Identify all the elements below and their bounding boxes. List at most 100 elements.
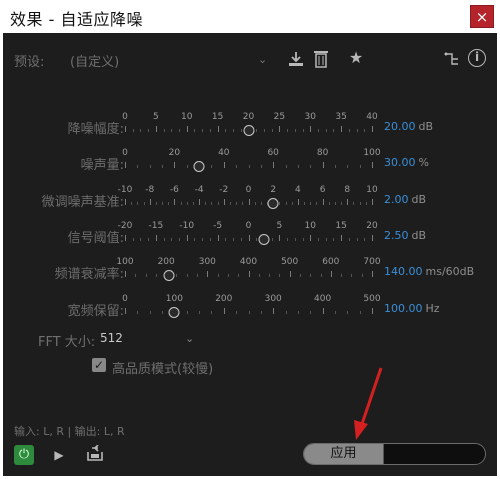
slider-tick-label: -2 (219, 185, 229, 195)
apply-button[interactable]: 应用 (304, 444, 384, 464)
slider-value-unit: % (418, 156, 429, 169)
slider-tick-label: -8 (145, 185, 155, 195)
slider-tick-label: 40 (366, 112, 378, 122)
slider-value[interactable]: 140.00 ms/60dB (384, 265, 474, 278)
slider-tick-label: 200 (215, 294, 233, 304)
slider-tick-label: 200 (157, 257, 175, 267)
close-button[interactable]: × (470, 5, 494, 28)
slider-tick-label: 80 (316, 148, 329, 158)
slider-value-number: 100.00 (384, 302, 423, 315)
preset-select[interactable]: (自定义) (70, 51, 119, 70)
fft-size-select[interactable]: 512 (100, 331, 123, 345)
slider-knob[interactable] (193, 161, 205, 172)
slider-value[interactable]: 2.50 dB (384, 229, 426, 242)
slider-knob[interactable] (258, 234, 270, 245)
slider-label: 微调噪声基准: (41, 195, 124, 210)
routing-icon[interactable] (444, 51, 460, 67)
trash-icon[interactable] (313, 49, 329, 69)
slider-tick-labels: 0 20 40 60 80 100 (122, 148, 380, 162)
info-icon[interactable]: i (468, 49, 486, 67)
slider-tick-label: 100 (363, 148, 381, 158)
io-routing-text: 输入: L, R | 输出: L, R (14, 425, 125, 438)
slider-value[interactable]: 20.00 dB (384, 120, 433, 133)
power-toggle-button[interactable]: ⏻ (14, 445, 34, 465)
slider-tick-label: 6 (319, 185, 326, 195)
play-icon[interactable]: ▶ (52, 447, 66, 463)
slider-tick-labels: 0 100 200 300 400 500 (122, 294, 380, 308)
slider-label: 噪声量: (80, 158, 124, 173)
slider-label: 降噪幅度: (67, 122, 124, 137)
slider-tick-label: 0 (122, 112, 128, 122)
slider-tick-label: -10 (179, 221, 195, 231)
apply-control: 应用 (303, 443, 486, 465)
slider-value-unit: dB (411, 229, 427, 242)
star-icon[interactable]: ★ (347, 50, 365, 68)
slider-tick-label: 8 (344, 185, 351, 195)
slider-tick-label: 5 (276, 221, 283, 231)
slider-tick-label: -5 (213, 221, 223, 231)
slider-tick-labels: -10 -8 -6 -4 -2 0 2 4 6 8 10 (118, 185, 378, 199)
slider-tick-label: 30 (304, 112, 316, 122)
slider-tick-label: -10 (117, 185, 133, 195)
slider-tick-label: 15 (335, 221, 347, 231)
slider-knob[interactable] (267, 198, 279, 209)
slider-track[interactable] (125, 235, 373, 241)
slider-tick-label: 10 (304, 221, 316, 231)
slider-tick-label: 400 (239, 257, 258, 267)
slider-value-number: 140.00 (384, 265, 423, 278)
download-icon[interactable] (287, 50, 305, 68)
slider-value-number: 20.00 (384, 120, 416, 133)
slider-tick-label: 400 (314, 294, 332, 304)
slider-tick-labels: -20 -15 -10 -5 0 5 10 15 20 (118, 221, 378, 235)
slider-value-number: 2.50 (384, 229, 409, 242)
slider-tick-labels: 100 200 300 400 500 600 700 (116, 257, 380, 271)
slider-tick-label: 0 (245, 221, 252, 231)
slider-value-unit: Hz (425, 302, 440, 315)
slider-label: 频谱衰减率: (54, 267, 124, 282)
slider-tick-label: 4 (295, 185, 301, 195)
slider-tick-label: -15 (148, 221, 164, 231)
slider-tick-labels: 0 5 10 15 20 25 30 35 40 (122, 112, 378, 126)
export-loop-icon[interactable] (85, 444, 105, 463)
slider-tick-label: 500 (363, 294, 381, 304)
slider-value[interactable]: 100.00 Hz (384, 302, 440, 315)
hq-mode-checkbox[interactable]: ✓ (92, 358, 106, 372)
slider-tick-label: -4 (194, 185, 204, 195)
effect-window: 效果 - 自适应降噪 × 预设: (自定义) ⌄ ★ i 降噪幅度: 0 5 10 15… (0, 0, 500, 479)
slider-tick-label: 2 (270, 185, 277, 195)
slider-tick-label: 600 (322, 257, 340, 267)
slider-value-number: 2.00 (384, 193, 409, 206)
hq-mode-label: 高品质模式(较慢) (112, 362, 214, 377)
slider-value-number: 30.00 (384, 156, 416, 169)
slider-value-unit: dB (411, 193, 427, 206)
slider-tick-label: 40 (218, 148, 230, 158)
chevron-down-icon[interactable]: ⌄ (185, 331, 194, 347)
slider-track[interactable] (125, 308, 373, 314)
window-title: 效果 - 自适应降噪 (10, 10, 143, 29)
slider-knob[interactable] (163, 270, 175, 281)
slider-tick-label: 0 (122, 294, 128, 304)
slider-tick-label: 300 (198, 257, 216, 267)
slider-tick-label: 500 (281, 257, 299, 267)
slider-value[interactable]: 2.00 dB (384, 193, 426, 206)
slider-knob[interactable] (168, 307, 180, 318)
slider-tick-label: 300 (264, 294, 282, 304)
title-bar: 效果 - 自适应降噪 × (0, 0, 500, 33)
slider-knob[interactable] (243, 125, 254, 136)
slider-tick-label: 20 (242, 112, 255, 122)
slider-tick-label: 20 (366, 221, 378, 231)
slider-tick-label: 25 (273, 112, 286, 122)
slider-tick-label: 5 (153, 112, 159, 122)
slider-tick-label: 10 (366, 185, 378, 195)
slider-tick-label: 60 (267, 148, 279, 158)
slider-tick-label: -6 (169, 185, 179, 195)
slider-value-unit: dB (418, 120, 434, 133)
slider-tick-label: 35 (335, 112, 347, 122)
slider-track[interactable] (125, 199, 373, 205)
slider-track[interactable] (125, 271, 373, 277)
preset-label: 预设: (14, 55, 45, 70)
slider-value-unit: ms/60dB (425, 265, 475, 278)
slider-value[interactable]: 30.00% (384, 156, 429, 169)
slider-track[interactable] (125, 162, 373, 168)
chevron-down-icon[interactable]: ⌄ (258, 52, 267, 68)
